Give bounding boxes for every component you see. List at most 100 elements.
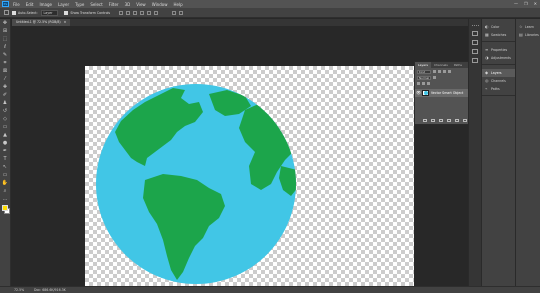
panel-item-layers[interactable]: ◆ Layers: [482, 69, 515, 77]
panel-item-learn[interactable]: ☆ Learn: [516, 23, 540, 31]
character-icon[interactable]: [472, 49, 478, 54]
menu-filter[interactable]: Filter: [109, 2, 119, 7]
adjustment-layer-icon[interactable]: [447, 119, 451, 122]
lock-all-icon[interactable]: [427, 82, 430, 85]
frame-tool-icon[interactable]: ⊠: [2, 68, 9, 74]
panel-item-channels[interactable]: ◎ Channels: [482, 77, 515, 85]
dock-grip[interactable]: [471, 25, 479, 27]
menu-layer[interactable]: Layer: [58, 2, 69, 7]
close-tab-icon[interactable]: ×: [64, 20, 67, 24]
zoom-tool-icon[interactable]: ⌕: [2, 188, 9, 194]
crop-tool-icon[interactable]: ⌗: [2, 60, 9, 66]
maximize-button[interactable]: ❐: [524, 1, 528, 6]
lock-position-icon[interactable]: [422, 82, 425, 85]
menu-type[interactable]: Type: [75, 2, 84, 7]
document-tab[interactable]: Untitled-1 @ 72.5% (RGB/8) ×: [12, 19, 71, 26]
link-layers-icon[interactable]: [423, 119, 427, 122]
tab-paths[interactable]: Paths: [451, 62, 465, 68]
panel-item-label: Properties: [491, 48, 508, 52]
menu-window[interactable]: Window: [152, 2, 168, 7]
fx-icon[interactable]: [431, 119, 435, 122]
distribute-icon[interactable]: [172, 10, 177, 15]
filter-pixel-icon[interactable]: [433, 70, 436, 73]
pen-tool-icon[interactable]: ✒: [2, 148, 9, 154]
document-canvas[interactable]: [85, 66, 414, 293]
menu-select[interactable]: Select: [90, 2, 102, 7]
filter-type-icon[interactable]: [443, 70, 446, 73]
status-bar: 72.5% Doc: 686.6K/916.3K: [0, 286, 540, 293]
menu-view[interactable]: View: [136, 2, 146, 7]
path-select-tool-icon[interactable]: ↖: [2, 164, 9, 170]
paragraph-icon[interactable]: [472, 58, 478, 63]
menu-help[interactable]: Help: [173, 2, 182, 7]
clone-stamp-tool-icon[interactable]: ♟: [2, 100, 9, 106]
filter-adjustment-icon[interactable]: [438, 70, 441, 73]
gradient-tool-icon[interactable]: ▭: [2, 124, 9, 130]
layer-kind-filter[interactable]: Kind: [417, 69, 431, 74]
healing-tool-icon[interactable]: ✚: [2, 84, 9, 90]
hand-tool-icon[interactable]: ✋: [2, 180, 9, 186]
panel-dock-column-1: ◐ Color ▦ Swatches ≡ Properties ◑ Adjustments ◆ L…: [481, 19, 515, 286]
layer-row[interactable]: 👁 Vector Smart Object: [415, 89, 473, 97]
group-icon[interactable]: [455, 119, 459, 122]
libraries-icon: ▤: [519, 32, 523, 37]
panel-item-paths[interactable]: ⌁ Paths: [482, 85, 515, 93]
artboard-tool-icon[interactable]: ⊞: [2, 28, 9, 34]
layer-filter-row: Kind: [417, 69, 471, 74]
quick-select-tool-icon[interactable]: ✎: [2, 52, 9, 58]
align-top-icon[interactable]: [140, 10, 145, 15]
foreground-color-swatch[interactable]: [2, 205, 8, 211]
brush-tool-icon[interactable]: ✐: [2, 92, 9, 98]
auto-select-dropdown[interactable]: Layer: [40, 9, 59, 16]
align-bottom-icon[interactable]: [154, 10, 159, 15]
opacity-field[interactable]: [433, 76, 436, 79]
document-info[interactable]: Doc: 686.6K/916.3K: [34, 288, 66, 292]
actions-icon[interactable]: [472, 40, 478, 45]
history-brush-tool-icon[interactable]: ↺: [2, 108, 9, 114]
tab-channels[interactable]: Channels: [431, 62, 451, 68]
align-middle-icon[interactable]: [147, 10, 152, 15]
align-left-icon[interactable]: [119, 10, 124, 15]
paths-icon: ⌁: [485, 86, 488, 91]
panel-item-color[interactable]: ◐ Color: [482, 23, 515, 31]
panel-item-adjustments[interactable]: ◑ Adjustments: [482, 54, 515, 62]
mask-icon[interactable]: [439, 119, 443, 122]
new-layer-icon[interactable]: [463, 119, 467, 122]
auto-select-checkbox[interactable]: [12, 10, 16, 15]
tab-layers[interactable]: Layers: [415, 62, 431, 68]
eraser-tool-icon[interactable]: ◇: [2, 116, 9, 122]
panel-item-properties[interactable]: ≡ Properties: [482, 46, 515, 54]
blur-tool-icon[interactable]: ▲: [2, 132, 9, 138]
channels-icon: ◎: [485, 78, 489, 83]
move-tool-icon[interactable]: ✥: [2, 20, 9, 26]
window-controls: — ❐ ✕: [514, 1, 537, 6]
lock-pixels-icon[interactable]: [417, 82, 420, 85]
eyedropper-tool-icon[interactable]: ⁄: [2, 76, 9, 82]
history-icon[interactable]: [472, 31, 478, 36]
close-window-button[interactable]: ✕: [534, 1, 537, 6]
zoom-level[interactable]: 72.5%: [14, 288, 26, 292]
align-center-icon[interactable]: [126, 10, 131, 15]
menu-edit[interactable]: Edit: [26, 2, 34, 7]
panel-item-libraries[interactable]: ▤ Libraries: [516, 31, 540, 39]
minimize-button[interactable]: —: [514, 1, 518, 6]
rectangle-tool-icon[interactable]: ▭: [2, 172, 9, 178]
menu-file[interactable]: File: [13, 2, 20, 7]
menu-3d[interactable]: 3D: [125, 2, 131, 7]
blend-mode-dropdown[interactable]: Normal: [417, 75, 431, 80]
layer-name[interactable]: Vector Smart Object: [431, 91, 463, 95]
marquee-tool-icon[interactable]: ⬚: [2, 36, 9, 42]
lasso-tool-icon[interactable]: ℓ: [2, 44, 9, 50]
dodge-tool-icon[interactable]: ●: [2, 140, 9, 146]
3d-mode-icon[interactable]: [179, 10, 184, 15]
panel-item-swatches[interactable]: ▦ Swatches: [482, 31, 515, 39]
menu-image[interactable]: Image: [39, 2, 52, 7]
transform-controls-checkbox[interactable]: [64, 10, 69, 15]
more-tools-icon[interactable]: …: [2, 196, 9, 202]
move-tool-preset-icon[interactable]: [4, 10, 9, 15]
align-right-icon[interactable]: [133, 10, 138, 15]
filter-shape-icon[interactable]: [448, 70, 451, 73]
eye-icon[interactable]: 👁: [416, 91, 421, 95]
type-tool-icon[interactable]: T: [2, 156, 9, 162]
panel-dock-column-2: ☆ Learn ▤ Libraries: [515, 19, 540, 286]
